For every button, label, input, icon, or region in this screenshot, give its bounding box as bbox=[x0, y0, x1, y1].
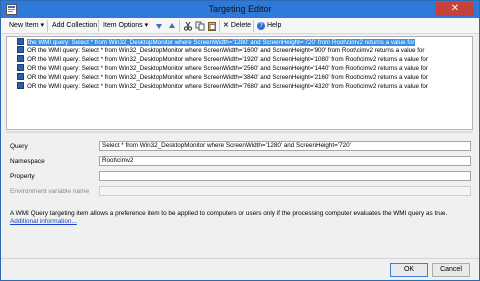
property-label: Property bbox=[10, 173, 35, 180]
delete-icon: ✕ bbox=[223, 22, 229, 29]
targeting-editor-window: Targeting Editor ✕ New Item ▾ Add Collec… bbox=[0, 0, 480, 281]
item-options-button[interactable]: Item Options ▾ bbox=[103, 20, 148, 32]
close-icon: ✕ bbox=[450, 3, 460, 14]
wmi-query-icon bbox=[17, 46, 24, 53]
wmi-query-icon bbox=[17, 82, 24, 89]
environment-variable-label: Environment variable name bbox=[10, 188, 90, 195]
namespace-field[interactable]: Root\cimv2 bbox=[99, 156, 471, 166]
list-item[interactable]: OR the WMI query: Select * from Win32_De… bbox=[17, 46, 424, 54]
toolbar-divider bbox=[47, 20, 48, 32]
add-collection-button[interactable]: Add Collection bbox=[52, 20, 97, 32]
delete-label: Delete bbox=[230, 22, 252, 29]
additional-information-link[interactable]: Additional information... bbox=[10, 218, 77, 225]
help-label: Help bbox=[266, 22, 282, 29]
property-field[interactable] bbox=[99, 171, 471, 181]
list-item[interactable]: OR the WMI query: Select * from Win32_De… bbox=[17, 73, 428, 81]
targeting-items-list[interactable]: the WMI query: Select * from Win32_Deskt… bbox=[6, 36, 473, 130]
query-field[interactable]: Select * from Win32_DesktopMonitor where… bbox=[99, 141, 471, 151]
list-item[interactable]: the WMI query: Select * from Win32_Deskt… bbox=[17, 38, 416, 46]
list-item[interactable]: OR the WMI query: Select * from Win32_De… bbox=[17, 82, 428, 90]
wmi-query-icon bbox=[17, 73, 24, 80]
copy-icon[interactable] bbox=[195, 21, 205, 31]
toolbar: New Item ▾ Add Collection Item Options ▾ bbox=[1, 18, 479, 34]
help-button[interactable]: ? Help bbox=[257, 20, 281, 32]
close-button[interactable]: ✕ bbox=[436, 2, 474, 16]
toolbar-divider bbox=[98, 20, 99, 32]
add-collection-label: Add Collection bbox=[52, 22, 98, 29]
chevron-down-icon: ▾ bbox=[40, 22, 45, 29]
delete-button[interactable]: ✕ Delete bbox=[223, 20, 251, 32]
dialog-button-bar: OK Cancel bbox=[1, 258, 479, 280]
pane-splitter[interactable] bbox=[6, 131, 473, 133]
cancel-button[interactable]: Cancel bbox=[432, 263, 470, 277]
wmi-query-icon bbox=[17, 64, 24, 71]
title-bar[interactable]: Targeting Editor ✕ bbox=[1, 1, 479, 18]
new-item-button[interactable]: New Item ▾ bbox=[9, 20, 44, 32]
cut-icon[interactable] bbox=[183, 21, 193, 31]
list-item[interactable]: OR the WMI query: Select * from Win32_De… bbox=[17, 55, 428, 63]
move-up-icon[interactable] bbox=[167, 21, 177, 31]
help-icon: ? bbox=[257, 22, 265, 30]
chevron-down-icon: ▾ bbox=[144, 22, 149, 29]
query-label: Query bbox=[10, 143, 28, 150]
toolbar-divider bbox=[219, 20, 220, 32]
list-item[interactable]: OR the WMI query: Select * from Win32_De… bbox=[17, 64, 428, 72]
wmi-query-icon bbox=[17, 38, 24, 45]
environment-variable-field[interactable] bbox=[99, 186, 471, 196]
new-item-label: New Item bbox=[9, 22, 39, 29]
toolbar-divider bbox=[253, 20, 254, 32]
window-title: Targeting Editor bbox=[208, 4, 272, 14]
toolbar-divider bbox=[179, 20, 180, 32]
targeting-description: A WMI Query targeting item allows a pref… bbox=[10, 210, 448, 217]
wmi-query-icon bbox=[17, 55, 24, 62]
namespace-label: Namespace bbox=[10, 158, 45, 165]
move-down-icon[interactable] bbox=[154, 21, 164, 31]
paste-icon[interactable] bbox=[207, 21, 217, 31]
ok-button[interactable]: OK bbox=[390, 263, 428, 277]
item-options-label: Item Options bbox=[103, 22, 143, 29]
